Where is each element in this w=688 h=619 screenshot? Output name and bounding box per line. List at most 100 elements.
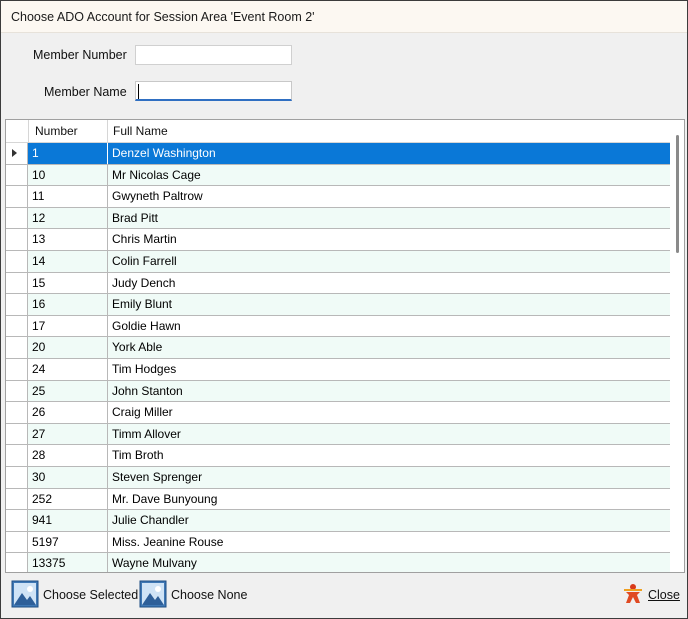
table-row[interactable]: 1 Denzel Washington	[6, 143, 670, 165]
header-separator	[107, 120, 108, 142]
row-indicator[interactable]	[6, 229, 28, 250]
choose-selected-button[interactable]: Choose Selected	[11, 575, 138, 613]
row-indicator[interactable]	[6, 466, 28, 488]
table-row[interactable]: 16 Emily Blunt	[6, 294, 670, 316]
table-row[interactable]: 13 Chris Martin	[6, 229, 670, 251]
cell-number[interactable]: 16	[28, 294, 108, 315]
member-name-input[interactable]	[135, 81, 292, 101]
member-name-label: Member Name	[44, 85, 127, 99]
row-header-corner	[6, 120, 28, 142]
row-indicator[interactable]	[6, 272, 28, 294]
row-indicator[interactable]	[6, 358, 28, 380]
cell-number[interactable]: 252	[28, 488, 108, 510]
row-indicator[interactable]	[6, 294, 28, 315]
row-indicator[interactable]	[6, 445, 28, 466]
member-number-input[interactable]	[135, 45, 292, 65]
table-row[interactable]: 13375 Wayne Mulvany	[6, 553, 670, 572]
row-indicator[interactable]	[6, 207, 28, 229]
cell-number[interactable]: 26	[28, 402, 108, 423]
title-bar[interactable]: Choose ADO Account for Session Area 'Eve…	[1, 1, 687, 33]
cell-full-name[interactable]: Judy Dench	[108, 273, 670, 294]
cell-full-name[interactable]: Goldie Hawn	[108, 316, 670, 337]
row-indicator[interactable]	[6, 250, 28, 272]
choose-none-button[interactable]: Choose None	[139, 575, 249, 613]
close-button[interactable]: Close	[622, 575, 682, 613]
table-row[interactable]: 14 Colin Farrell	[6, 250, 670, 273]
vertical-scrollbar[interactable]	[670, 120, 684, 572]
cell-full-name[interactable]: Tim Broth	[108, 445, 670, 466]
row-indicator[interactable]	[6, 164, 28, 186]
cell-number[interactable]: 15	[28, 272, 108, 294]
cell-full-name[interactable]: John Stanton	[108, 381, 670, 402]
cell-full-name[interactable]: Brad Pitt	[108, 208, 670, 229]
choose-none-label: Choose None	[171, 588, 248, 602]
grid-header: Number Full Name	[6, 120, 670, 143]
row-indicator[interactable]	[6, 488, 28, 510]
close-icon	[624, 584, 642, 603]
cell-full-name[interactable]: Craig Miller	[108, 402, 670, 423]
table-row[interactable]: 30 Steven Sprenger	[6, 466, 670, 489]
cell-full-name[interactable]: Julie Chandler	[108, 510, 670, 531]
cell-full-name[interactable]: Denzel Washington	[108, 143, 670, 164]
cell-number[interactable]: 24	[28, 358, 108, 380]
row-indicator[interactable]	[6, 380, 28, 402]
accounts-grid[interactable]: Number Full Name 1 Denzel Washington 10 Mr …	[5, 119, 685, 573]
row-indicator[interactable]	[6, 143, 28, 164]
row-indicator[interactable]	[6, 423, 28, 445]
table-row[interactable]: 15 Judy Dench	[6, 272, 670, 295]
table-row[interactable]: 27 Timm Allover	[6, 423, 670, 446]
cell-number[interactable]: 20	[28, 337, 108, 358]
table-row[interactable]: 10 Mr Nicolas Cage	[6, 164, 670, 187]
bottom-toolbar: Choose Selected Choose None Close	[1, 575, 687, 618]
row-indicator[interactable]	[6, 553, 28, 572]
table-row[interactable]: 20 York Able	[6, 337, 670, 359]
cell-full-name[interactable]: Miss. Jeanine Rouse	[108, 532, 670, 553]
cell-full-name[interactable]: Steven Sprenger	[108, 467, 670, 488]
cell-full-name[interactable]: Tim Hodges	[108, 359, 670, 380]
table-row[interactable]: 28 Tim Broth	[6, 445, 670, 467]
cell-number[interactable]: 12	[28, 207, 108, 229]
row-indicator[interactable]	[6, 402, 28, 423]
row-indicator[interactable]	[6, 315, 28, 337]
table-row[interactable]: 12 Brad Pitt	[6, 207, 670, 230]
cell-number[interactable]: 13375	[28, 553, 108, 572]
table-row[interactable]: 17 Goldie Hawn	[6, 315, 670, 338]
cell-number[interactable]: 25	[28, 380, 108, 402]
scrollbar-thumb[interactable]	[676, 135, 679, 253]
window-title: Choose ADO Account for Session Area 'Eve…	[11, 10, 315, 24]
cell-number[interactable]: 941	[28, 510, 108, 531]
cell-full-name[interactable]: Gwyneth Paltrow	[108, 186, 670, 207]
cell-number[interactable]: 27	[28, 423, 108, 445]
row-indicator[interactable]	[6, 531, 28, 553]
cell-number[interactable]: 28	[28, 445, 108, 466]
table-row[interactable]: 11 Gwyneth Paltrow	[6, 186, 670, 208]
row-indicator[interactable]	[6, 186, 28, 207]
row-indicator[interactable]	[6, 337, 28, 358]
cell-number[interactable]: 1	[28, 143, 108, 164]
cell-number[interactable]: 17	[28, 315, 108, 337]
cell-number[interactable]: 11	[28, 186, 108, 207]
cell-full-name[interactable]: Emily Blunt	[108, 294, 670, 315]
cell-number[interactable]: 30	[28, 466, 108, 488]
cell-number[interactable]: 10	[28, 164, 108, 186]
picture-icon	[139, 580, 167, 608]
cell-full-name[interactable]: York Able	[108, 337, 670, 358]
table-row[interactable]: 24 Tim Hodges	[6, 358, 670, 381]
cell-number[interactable]: 14	[28, 250, 108, 272]
cell-full-name[interactable]: Chris Martin	[108, 229, 670, 250]
table-row[interactable]: 25 John Stanton	[6, 380, 670, 403]
cell-full-name[interactable]: Timm Allover	[108, 424, 670, 445]
table-row[interactable]: 5197 Miss. Jeanine Rouse	[6, 531, 670, 554]
row-indicator[interactable]	[6, 510, 28, 531]
table-row[interactable]: 252 Mr. Dave Bunyoung	[6, 488, 670, 511]
cell-number[interactable]: 5197	[28, 531, 108, 553]
cell-full-name[interactable]: Colin Farrell	[108, 251, 670, 272]
column-header-number[interactable]: Number	[35, 120, 105, 142]
table-row[interactable]: 26 Craig Miller	[6, 402, 670, 424]
cell-full-name[interactable]: Wayne Mulvany	[108, 553, 670, 572]
cell-number[interactable]: 13	[28, 229, 108, 250]
table-row[interactable]: 941 Julie Chandler	[6, 510, 670, 532]
cell-full-name[interactable]: Mr. Dave Bunyoung	[108, 489, 670, 510]
cell-full-name[interactable]: Mr Nicolas Cage	[108, 165, 670, 186]
column-header-full-name[interactable]: Full Name	[113, 120, 313, 142]
